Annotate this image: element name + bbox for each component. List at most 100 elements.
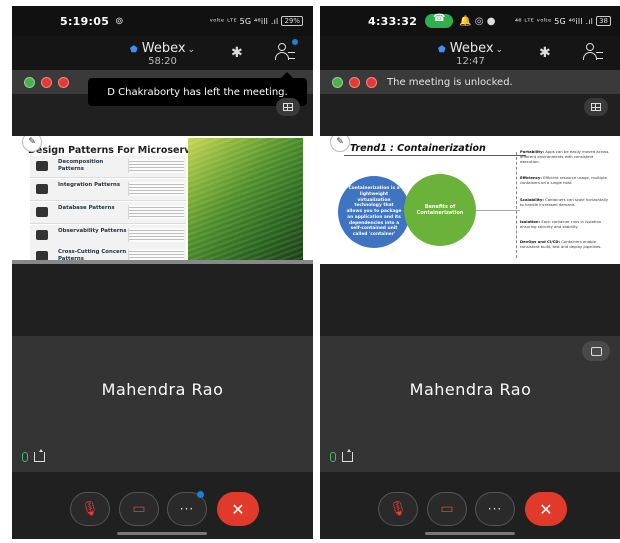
grid-icon [283,103,293,111]
more-button[interactable]: ··· [167,491,207,526]
list-item: Integration Patterns [30,179,186,201]
meeting-title-dropdown[interactable]: ⬟ Webex ⌄ [130,41,195,56]
brand-label: Webex [449,41,494,56]
meeting-timer: 12:47 [456,56,485,67]
participant-name: Mahendra Rao [101,380,224,399]
app-bar: ⬟ Webex ⌄ 12:47 ✱ [320,36,620,70]
phone-screen-left: 5:19:05 ⊚ ᵛᵒˡᵗᵉ ᴸᵀᴱ 5G ⁴⁶ill .ıl 29% ⬟ We… [12,6,313,539]
mic-off-icon: 🎙 [81,501,99,517]
ongoing-call-icon[interactable] [425,13,454,28]
meeting-timer: 58:20 [148,56,177,67]
shield-icon: ⬟ [437,45,446,55]
slide-title: Design Patterns For Microservices [28,145,212,156]
chevron-down-icon: ⌄ [187,45,196,55]
notification-icon: ⊚ [115,15,124,27]
participant-video-tile [12,336,313,472]
list-item: Decomposition Patterns [30,156,186,178]
benefit-note: DevOps and CI/CD: Containers enable cons… [520,239,602,249]
more-button[interactable]: ··· [475,492,515,526]
benefits-circle: Benefits of Containerization [404,174,476,246]
notification-dot [292,39,298,45]
signal-icons: ⁴⁶ ᴸᵀᴱ ᵛᵒˡᵗᵉ 5G ⁴⁶ill .ıl [514,16,594,26]
status-time: 4:33:32 [368,14,418,28]
video-button[interactable]: ▭ [427,492,467,526]
home-indicator[interactable] [425,532,515,535]
cylinder-icon [36,184,48,194]
mute-button[interactable]: 🎙 [378,492,418,526]
annotate-icon[interactable]: ✎ [330,136,350,152]
end-call-button[interactable]: ✕ [217,492,259,526]
pip-button[interactable] [582,341,610,361]
close-icon: ✕ [231,499,245,519]
definition-circle: Containerization is a lightweight virtua… [338,176,410,248]
participants-icon[interactable] [275,39,298,62]
phone-screen-right: 4:33:32 🔔 ◎ ● ⁴⁶ ᴸᵀᴱ ᵛᵒˡᵗᵉ 5G ⁴⁶ill .ıl … [320,6,620,539]
pencil-icon [36,161,48,171]
avatar [349,76,360,88]
bluetooth-icon[interactable]: ✱ [539,45,551,61]
avatar [58,76,69,88]
brand-label: Webex [141,41,186,56]
meeting-title-dropdown[interactable]: ⬟ Webex ⌄ [438,41,503,56]
mute-button[interactable]: 🎙 [70,492,110,526]
shield-icon: ⬟ [129,45,138,55]
connector-bracket [516,152,517,258]
toast-message: D Chakraborty has left the meeting. [88,72,307,106]
benefit-note: Scalability: Containers can scale horizo… [520,197,609,207]
benefit-note: Portability: Apps can be easily moved ac… [520,149,609,164]
benefit-note: Efficiency: Efficient resource usage, mu… [520,175,607,185]
share-icon [34,449,45,462]
banner-message: The meeting is unlocked. [387,76,513,88]
call-controls: 🎙 ▭ ··· ✕ [320,492,620,528]
more-icon: ··· [179,502,195,516]
participant-name: Mahendra Rao [409,380,532,399]
benefit-note: Isolation: Each container runs in isolat… [520,219,602,229]
tile-status-icons [330,449,353,462]
participants-icon[interactable] [583,42,605,62]
database-icon [36,207,48,217]
avatar [366,76,377,88]
status-bar: 4:33:32 🔔 ◎ ● ⁴⁶ ᴸᵀᴱ ᵛᵒˡᵗᵉ 5G ⁴⁶ill .ıl … [320,6,620,36]
avatar [41,76,52,88]
tile-status-icons [22,449,45,462]
mic-icon [22,452,28,462]
status-time: 5:19:05 [60,14,110,28]
layout-grid-button[interactable] [276,98,300,116]
signal-icons: ᵛᵒˡᵗᵉ ᴸᵀᴱ 5G ⁴⁶ill .ıl [209,16,279,26]
mic-icon [330,452,336,462]
leaf-image [188,138,303,262]
notification-icons: 🔔 ◎ ● [459,15,496,27]
video-button[interactable]: ▭ [119,492,159,526]
layout-grid-button[interactable] [584,98,608,116]
share-icon [342,449,353,462]
participant-video-tile [320,336,620,472]
bluetooth-icon[interactable]: ✱ [231,45,243,61]
home-indicator[interactable] [117,532,207,535]
shared-content: ✎ Design Patterns For Microservices Deco… [12,136,313,264]
notification-dot [197,491,204,498]
participants-banner: The meeting is unlocked. [320,70,620,94]
chevron-down-icon: ⌄ [495,45,504,55]
battery-icon: 29% [281,16,303,26]
call-controls: 🎙 ▭ ··· ✕ [12,491,313,528]
list-item: Observability Patterns [30,225,186,247]
mic-off-icon: 🎙 [389,501,407,517]
end-call-button[interactable]: ✕ [525,492,567,526]
status-bar: 5:19:05 ⊚ ᵛᵒˡᵗᵉ ᴸᵀᴱ 5G ⁴⁶ill .ıl 29% [12,6,313,36]
app-bar: ⬟ Webex ⌄ 58:20 ✱ [12,36,313,70]
close-icon: ✕ [539,499,553,519]
video-off-icon: ▭ [440,501,454,517]
connector-line [476,210,520,211]
shared-content: ✎ Trend1 : Containerization Containeriza… [320,136,620,264]
slide-scrollbar [12,260,313,264]
video-off-icon: ▭ [132,501,146,517]
battery-icon: 38 [596,16,611,26]
grid-icon [591,103,601,111]
avatar [24,76,35,88]
chart-icon [36,230,48,240]
list-item: Database Patterns [30,202,186,224]
slide-title: Trend1 : Containerization [344,143,526,156]
more-icon: ··· [487,502,503,516]
avatar [332,76,343,88]
pip-icon [590,346,602,356]
